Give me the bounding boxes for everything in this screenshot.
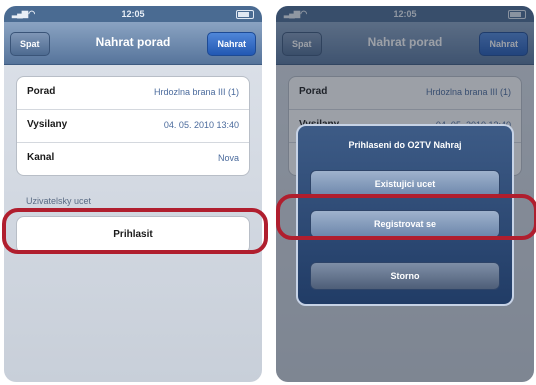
- status-bar: ▂▄▆ ◠ 12:05: [4, 6, 262, 22]
- row-label: Vysilany: [27, 119, 68, 130]
- navigation-bar: Spat Nahrat porad Nahrat: [4, 22, 262, 65]
- row-value: 04. 05. 2010 13:40: [163, 120, 239, 130]
- battery-icon: [236, 10, 254, 19]
- status-time: 12:05: [121, 9, 145, 19]
- row-label: Porad: [27, 86, 56, 97]
- left-phone-screen: ▂▄▆ ◠ 12:05 Spat Nahrat porad Nahrat Por…: [4, 6, 262, 382]
- table-row[interactable]: Porad Hrdozlna brana III (1): [17, 77, 249, 110]
- cancel-button[interactable]: Storno: [310, 262, 500, 290]
- upload-button[interactable]: Nahrat: [207, 32, 256, 56]
- table-row[interactable]: Kanal Nova: [17, 143, 249, 175]
- table-row[interactable]: Vysilany 04. 05. 2010 13:40: [17, 110, 249, 143]
- row-label: Kanal: [27, 152, 55, 163]
- highlight-ring-register: [276, 194, 536, 240]
- program-details-table: Porad Hrdozlna brana III (1) Vysilany 04…: [16, 76, 250, 176]
- row-value: Nova: [217, 153, 239, 163]
- highlight-ring-login: [2, 208, 268, 254]
- account-section-label: Uzivatelsky ucet: [26, 196, 92, 206]
- action-sheet-title: Prihlaseni do O2TV Nahraj: [348, 140, 462, 150]
- row-value: Hrdozlna brana III (1): [153, 87, 239, 97]
